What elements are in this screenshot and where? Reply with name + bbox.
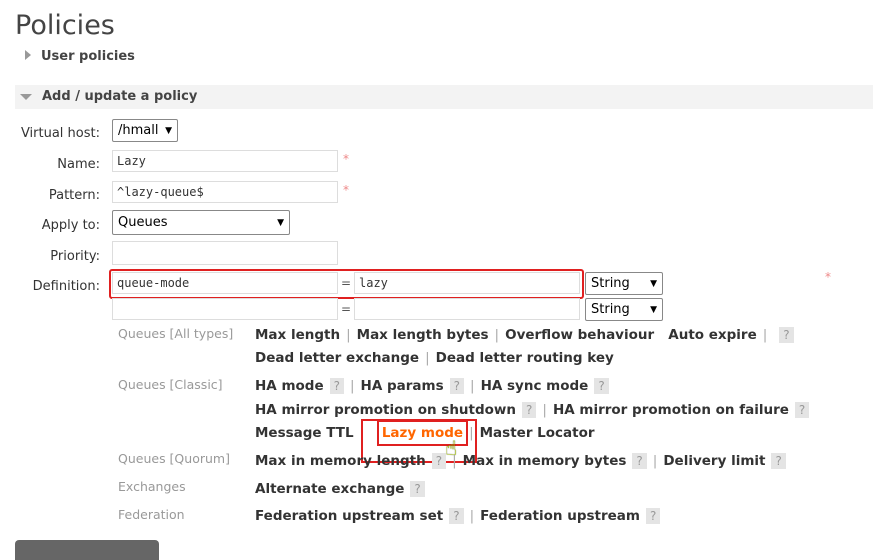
- help-question-icon[interactable]: ?: [794, 402, 810, 418]
- user-policies-label: User policies: [41, 49, 135, 64]
- chevron-down-icon: ▼: [650, 304, 657, 315]
- help-link[interactable]: Max length: [255, 327, 340, 343]
- add-policy-toggle[interactable]: Add / update a policy: [20, 89, 197, 104]
- definition-value-input-2[interactable]: [354, 298, 580, 320]
- apply-to-label: Apply to:: [41, 218, 100, 233]
- priority-label: Priority:: [50, 249, 100, 264]
- definition-type-select-2[interactable]: String ▼: [585, 298, 663, 321]
- apply-to-value: Queues: [118, 215, 168, 230]
- definition-label: Definition:: [32, 279, 100, 294]
- help-link[interactable]: Overflow behaviour: [505, 327, 654, 343]
- definition-type-select[interactable]: String ▼: [585, 272, 663, 295]
- type-value: String: [591, 302, 630, 317]
- type-value: String: [591, 276, 630, 291]
- caret-right-icon: [25, 50, 31, 60]
- separator: |: [542, 402, 547, 418]
- help-link[interactable]: Dead letter routing key: [436, 350, 614, 366]
- name-label: Name:: [57, 157, 100, 172]
- vhost-value: /hmall: [118, 123, 159, 138]
- help-link[interactable]: Max in memory bytes: [463, 453, 627, 469]
- add-policy-label: Add / update a policy: [42, 89, 198, 104]
- help-question-icon[interactable]: ?: [522, 402, 537, 418]
- help-link[interactable]: Message TTL: [255, 425, 354, 441]
- help-question-icon[interactable]: ?: [329, 378, 344, 394]
- required-marker: *: [343, 152, 349, 166]
- help-link[interactable]: Dead letter exchange: [255, 350, 419, 366]
- help-group-label: Federation: [118, 507, 185, 522]
- help-link[interactable]: HA params: [361, 378, 444, 394]
- help-link[interactable]: HA sync mode: [481, 378, 589, 394]
- separator: |: [346, 327, 351, 343]
- separator: |: [494, 327, 500, 343]
- required-marker: *: [343, 183, 349, 197]
- help-question-icon[interactable]: ?: [449, 508, 464, 524]
- help-link[interactable]: Master Locator: [480, 425, 595, 441]
- separator: |: [349, 378, 355, 394]
- help-link[interactable]: Alternate exchange: [255, 481, 404, 497]
- separator: |: [762, 327, 768, 343]
- help-link[interactable]: Max in memory length: [255, 453, 426, 469]
- name-input[interactable]: Lazy: [112, 150, 338, 172]
- submit-button[interactable]: [15, 540, 159, 560]
- required-marker: *: [825, 270, 831, 284]
- help-group-label: Queues [Quorum]: [118, 451, 230, 466]
- help-question-icon[interactable]: ?: [632, 453, 647, 469]
- help-link[interactable]: Federation upstream: [480, 508, 640, 524]
- help-question-icon[interactable]: ?: [431, 453, 447, 469]
- pattern-input[interactable]: ^lazy-queue$: [112, 181, 338, 203]
- help-group-label: Queues [All types]: [118, 326, 234, 341]
- definition-key-input-2[interactable]: [112, 298, 338, 320]
- chevron-down-icon: ▼: [650, 278, 657, 289]
- separator: |: [470, 378, 475, 394]
- help-question-icon[interactable]: ?: [410, 481, 425, 497]
- page-title: Policies: [15, 10, 115, 41]
- help-link[interactable]: HA mode: [255, 378, 324, 394]
- equals-sign: =: [341, 302, 352, 316]
- help-group-label: Exchanges: [118, 479, 186, 494]
- help-link[interactable]: Federation upstream set: [255, 508, 443, 524]
- help-link[interactable]: Max length bytes: [357, 327, 489, 343]
- help-question-icon[interactable]: ?: [594, 378, 609, 394]
- help-question-icon[interactable]: ?: [771, 453, 786, 469]
- help-link[interactable]: Auto expire: [668, 327, 756, 343]
- help-question-icon[interactable]: ?: [449, 378, 465, 394]
- vhost-label: Virtual host:: [20, 126, 100, 141]
- help-link[interactable]: Delivery limit: [663, 453, 765, 469]
- help-question-icon[interactable]: ?: [779, 327, 794, 343]
- separator: |: [452, 453, 457, 469]
- separator: |: [469, 508, 475, 524]
- vhost-select[interactable]: /hmall ▼: [112, 119, 178, 142]
- help-group-label: Queues [Classic]: [118, 377, 223, 392]
- pattern-label: Pattern:: [48, 188, 100, 203]
- help-question-icon[interactable]: ?: [645, 508, 661, 524]
- user-policies-toggle[interactable]: User policies: [25, 49, 135, 64]
- chevron-down-icon: ▼: [277, 217, 284, 228]
- separator: |: [652, 453, 658, 469]
- priority-input[interactable]: [112, 241, 338, 265]
- caret-down-icon: [20, 93, 32, 100]
- highlight-box: [109, 269, 584, 299]
- separator: |: [425, 350, 430, 366]
- help-link[interactable]: HA mirror promotion on shutdown: [255, 402, 516, 418]
- chevron-down-icon: ▼: [165, 125, 172, 136]
- help-link[interactable]: HA mirror promotion on failure: [553, 402, 789, 418]
- apply-to-select[interactable]: Queues ▼: [112, 210, 290, 235]
